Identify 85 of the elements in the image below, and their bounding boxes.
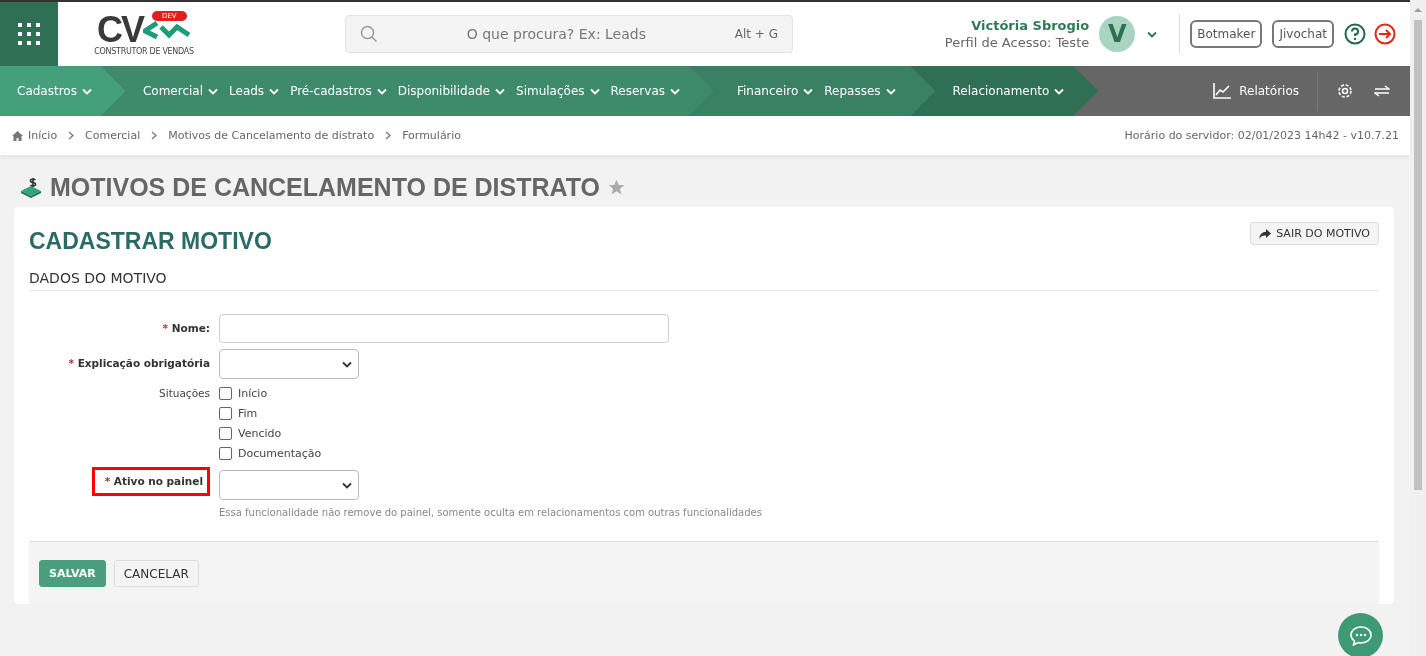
breadcrumb-link[interactable]: Comercial: [85, 129, 141, 142]
help-icon[interactable]: [1344, 23, 1366, 45]
logo-mark-icon: [143, 18, 191, 41]
save-button[interactable]: SALVAR: [39, 560, 106, 587]
menu-item[interactable]: Reservas: [610, 84, 680, 98]
chevron-down-icon: [589, 87, 600, 95]
chevron-down-icon: [208, 87, 219, 95]
menu-label: Comercial: [142, 84, 204, 98]
menu-label: Leads: [229, 84, 265, 98]
search-icon: [360, 25, 378, 43]
form-title: CADASTRAR MOTIVO: [29, 228, 272, 255]
chevron-down-icon: [376, 87, 387, 95]
search-field[interactable]: O que procura? Ex: Leads Alt + G: [345, 15, 793, 53]
home-icon: [12, 130, 23, 141]
menu-label: Cadastros: [17, 84, 77, 98]
user-menu-chevron-icon: [1147, 30, 1158, 38]
help-text: Essa funcionalidade não remove do painel, somente oculta em relacionamentos com outras funcionalidades: [219, 507, 762, 518]
swap-arrows-icon[interactable]: [1374, 85, 1390, 97]
field-label: Situações: [159, 386, 210, 399]
checkbox[interactable]: [219, 387, 232, 400]
breadcrumb-link[interactable]: Formulário: [402, 129, 461, 142]
server-time: Horário do servidor: 02/01/2023 14h42 - v10.7.21: [1124, 129, 1399, 142]
chevron-right-icon: [385, 131, 392, 140]
checkbox[interactable]: [219, 447, 232, 460]
logout-icon[interactable]: [1374, 23, 1396, 45]
select-field[interactable]: [219, 349, 359, 379]
chevron-down-icon: [1054, 87, 1065, 95]
page-title: MOTIVOS DE CANCELAMENTO DE DISTRATO: [50, 172, 601, 202]
dropdown-caret-icon: [342, 360, 352, 368]
chevron-down-icon: [495, 87, 505, 95]
checkbox[interactable]: [219, 427, 232, 440]
shortcut-hint: Alt + G: [734, 27, 778, 41]
menu-item[interactable]: Comercial: [142, 84, 219, 98]
checkbox[interactable]: [219, 407, 232, 420]
line-chart-icon: [1213, 83, 1232, 99]
integration-button[interactable]: Jivochat: [1272, 20, 1334, 48]
breadcrumb-link[interactable]: Motivos de Cancelamento de distrato: [168, 129, 375, 142]
reports-link[interactable]: Relatórios: [1213, 83, 1317, 99]
menu-item[interactable]: Repasses: [824, 84, 896, 98]
apps-menu-button[interactable]: [0, 2, 58, 66]
checkbox-label: Vencido: [238, 427, 282, 440]
menu-label: Simulações: [516, 84, 585, 98]
section-heading: DADOS DO MOTIVO: [29, 270, 1379, 291]
field-label: * Ativo no painel: [91, 467, 210, 496]
chevron-down-icon: [269, 87, 280, 95]
logo-tagline: CONSTRUTOR DE VENDAS: [94, 46, 194, 56]
name-input[interactable]: [219, 314, 669, 343]
settings-icon[interactable]: [1336, 82, 1354, 100]
menu-label: Repasses: [824, 84, 881, 98]
chevron-down-icon: [670, 87, 680, 95]
user-avatar[interactable]: V: [1099, 16, 1136, 52]
field-label: * Explicação obrigatória: [68, 356, 210, 369]
chevron-down-icon: [803, 87, 814, 95]
chat-bubble-icon[interactable]: [1349, 625, 1372, 646]
integration-button[interactable]: Botmaker: [1190, 20, 1263, 48]
user-name: Victória Sbrogio: [970, 17, 1090, 34]
logo-letters: CV: [97, 12, 143, 47]
chevron-right-icon: [151, 131, 158, 140]
dropdown-caret-icon: [342, 481, 352, 489]
chevron-down-icon: [81, 87, 92, 95]
favorite-star-icon[interactable]: [608, 178, 626, 196]
reports-label: Relatórios: [1239, 84, 1299, 98]
field-label: * Nome:: [162, 321, 210, 334]
search-placeholder: O que procura? Ex: Leads: [465, 26, 647, 42]
share-arrow-icon: [1259, 228, 1272, 239]
menu-item[interactable]: Leads: [229, 84, 280, 98]
grid-icon: [17, 22, 41, 46]
money-stack-icon: [20, 176, 42, 198]
menu-label: Reservas: [610, 84, 665, 98]
checkbox-label: Documentação: [238, 447, 322, 460]
menu-item[interactable]: Financeiro: [737, 84, 814, 98]
cancel-button[interactable]: CANCELAR: [113, 560, 199, 587]
menu-item[interactable]: Pré-cadastros: [290, 84, 387, 98]
exit-button[interactable]: SAIR DO MOTIVO: [1250, 222, 1379, 245]
chevron-right-icon: [68, 131, 75, 140]
checkbox-label: Início: [238, 387, 268, 400]
user-profile: Perfil de Acesso: Teste: [944, 34, 1090, 51]
checkbox-label: Fim: [238, 407, 258, 420]
menu-item[interactable]: Simulações: [516, 84, 600, 98]
chevron-down-icon: [885, 87, 896, 95]
breadcrumb-link[interactable]: Início: [28, 129, 58, 142]
menu-label: Pré-cadastros: [290, 84, 372, 98]
select-field[interactable]: [219, 470, 359, 500]
menu-label: Financeiro: [737, 84, 799, 98]
menu-item[interactable]: Cadastros: [17, 84, 92, 98]
